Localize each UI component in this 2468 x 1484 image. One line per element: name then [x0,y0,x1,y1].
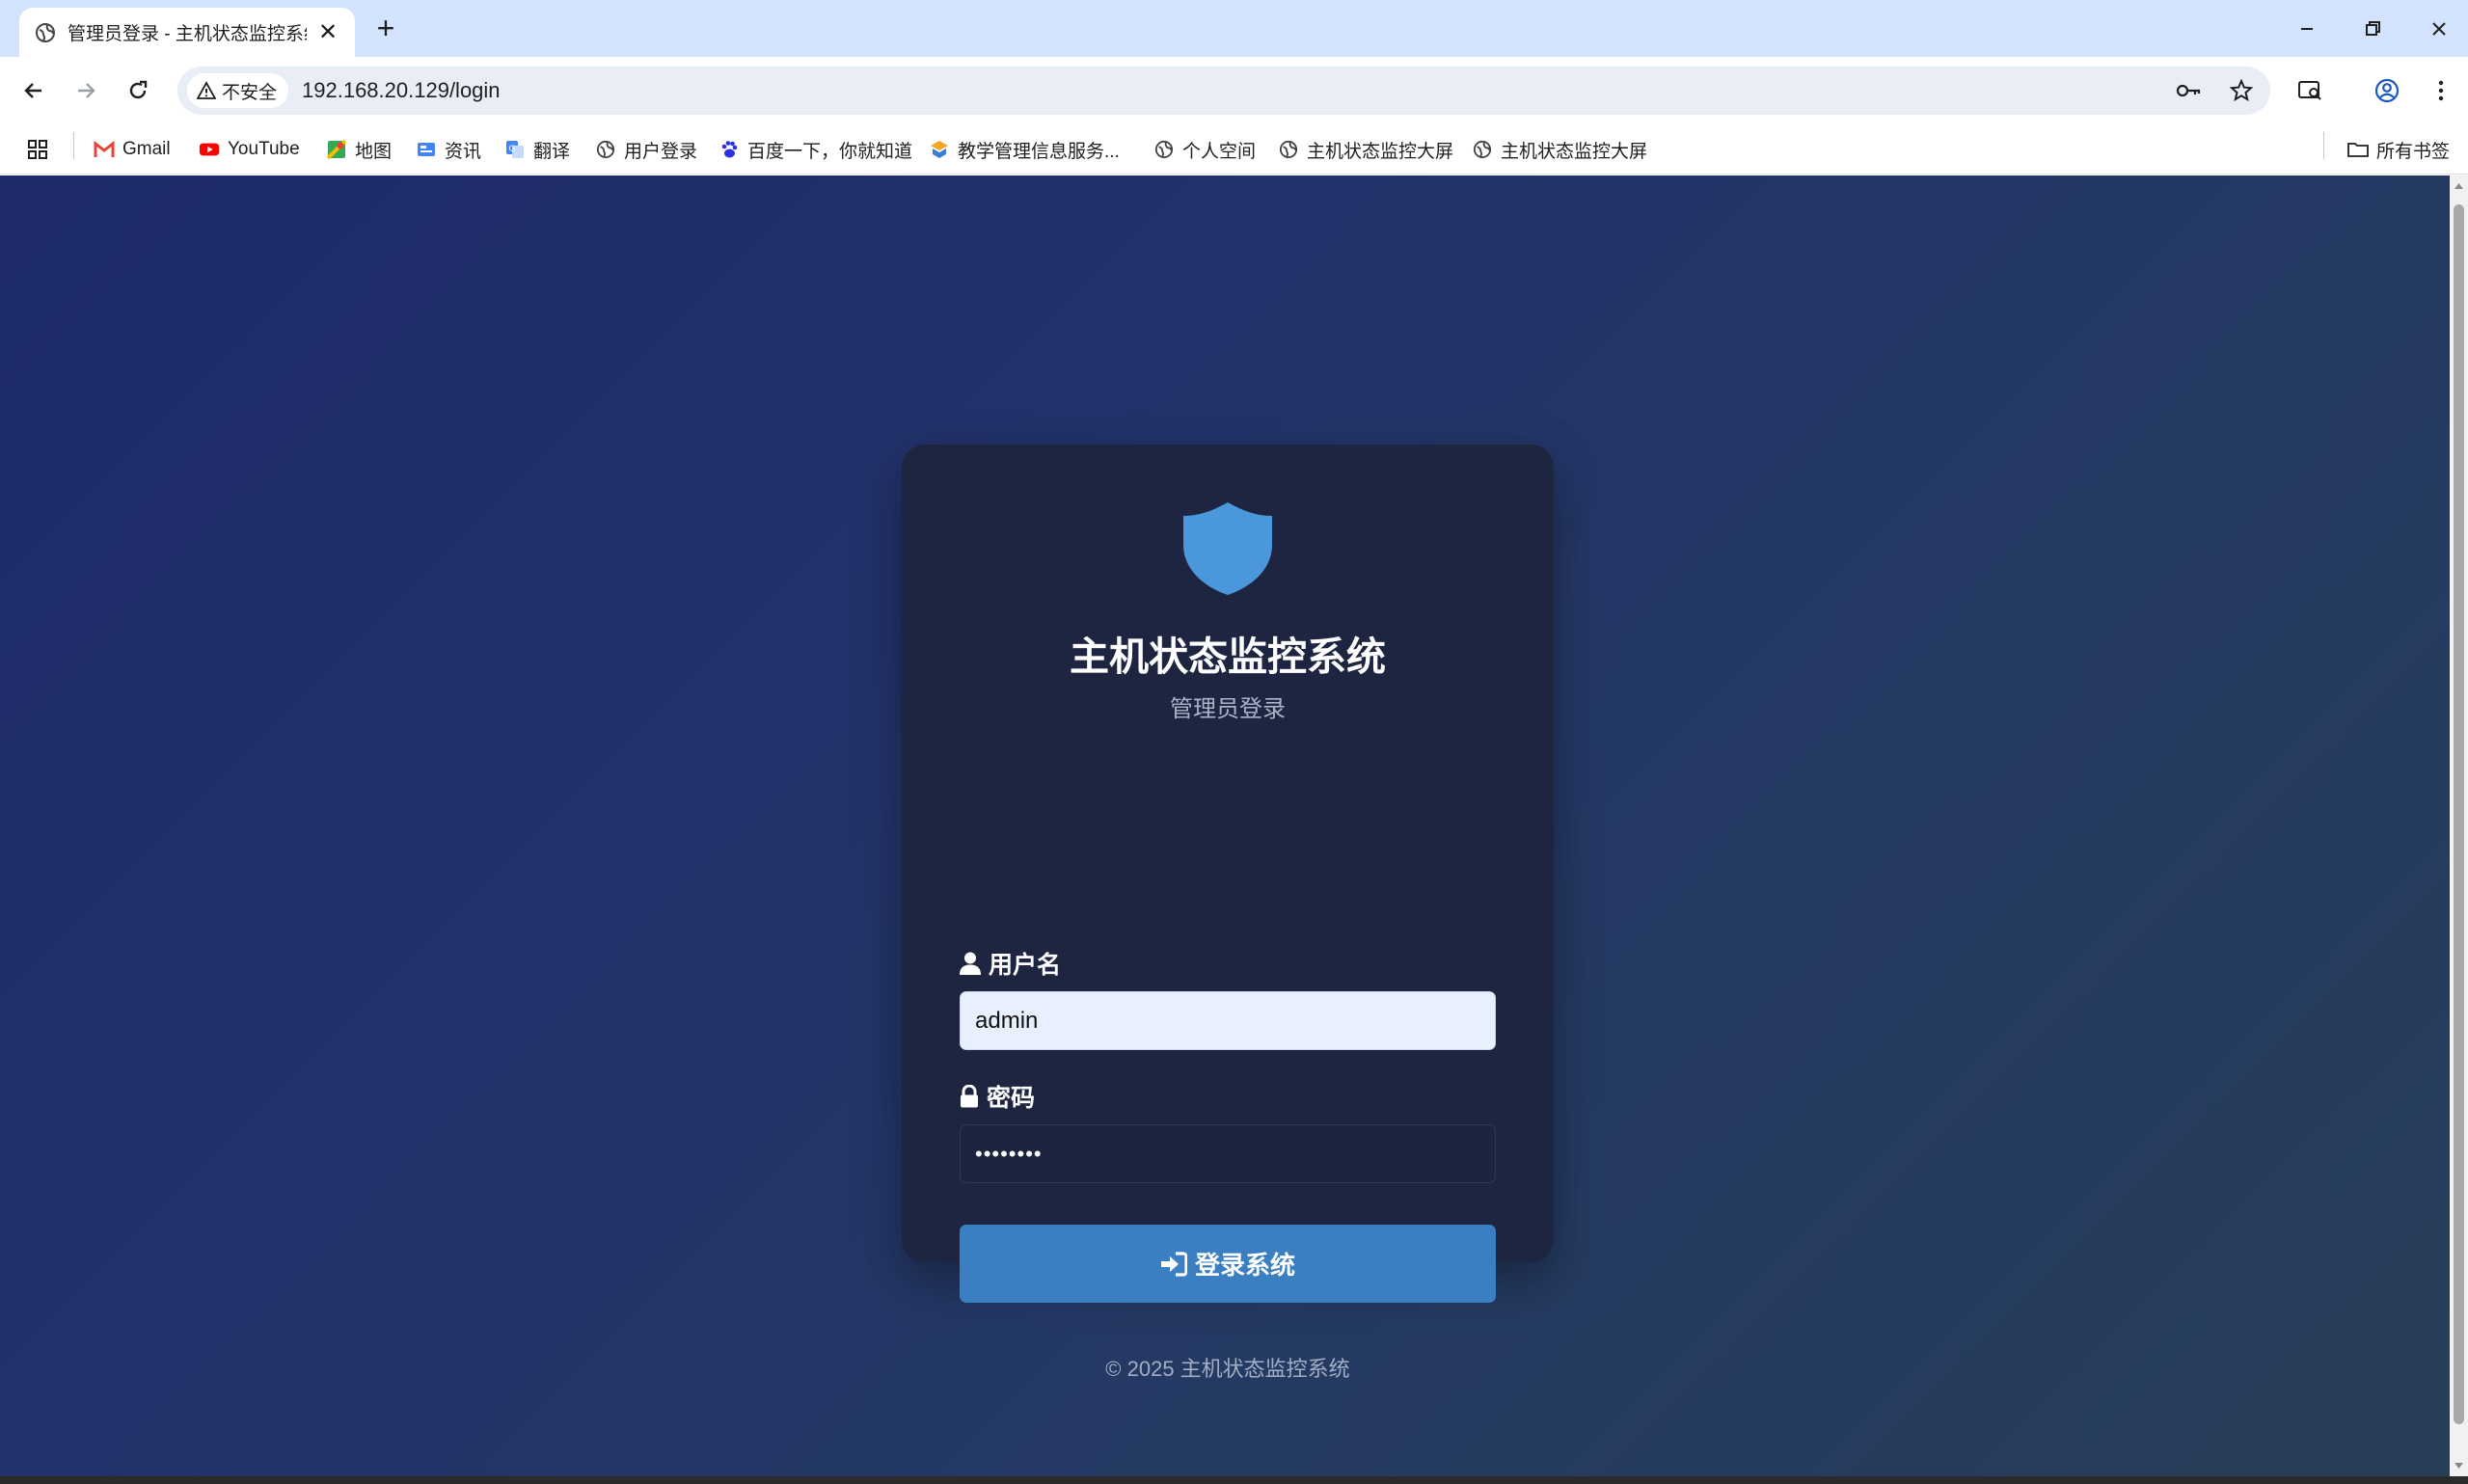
bookmark-label: Gmail [122,139,171,159]
bookmark-monitor-screen-1[interactable]: 主机状态监控大屏 [1278,132,1453,167]
news-icon [416,139,437,160]
tab-strip: 管理员登录 - 主机状态监控系统 ✕ + [0,0,2468,57]
bookmark-star-icon[interactable] [2230,79,2253,102]
back-arrow-icon[interactable] [15,72,52,109]
security-chip[interactable]: 不安全 [187,73,289,108]
tab-search-icon[interactable] [2292,72,2328,109]
school-icon [929,139,950,160]
bookmark-monitor-screen-2[interactable]: 主机状态监控大屏 [1472,132,1647,167]
bookmark-label: 教学管理信息服务... [958,141,1120,162]
bookmark-youtube[interactable]: YouTube [199,132,300,167]
all-bookmarks-label: 所有书签 [2376,141,2451,162]
address-toolbar: 不安全 192.168.20.129/login [0,57,2468,124]
scroll-down-icon[interactable] [2454,1461,2464,1471]
password-label-text: 密码 [987,1085,1036,1112]
user-icon [960,952,981,975]
bookmark-news[interactable]: 资讯 [416,132,481,167]
taskbar-strip [0,1476,2468,1484]
username-label: 用户名 [960,948,1061,979]
active-tab[interactable]: 管理员登录 - 主机状态监控系统 ✕ [19,8,355,57]
bookmarks-divider [2323,132,2324,159]
bookmarks-divider [73,132,74,159]
profile-icon[interactable] [2369,72,2405,109]
page-viewport: 主机状态监控系统 管理员登录 用户名 admin 密码 •••••••• 登录系… [0,175,2468,1476]
bookmark-label: 百度一下，你就知道 [747,141,913,162]
minimize-icon[interactable] [2288,10,2326,48]
folder-icon [2347,139,2369,160]
restore-icon[interactable] [2353,10,2392,48]
tab-close-icon[interactable]: ✕ [316,20,339,44]
youtube-icon [199,139,220,160]
lock-icon [961,1085,978,1108]
globe-icon [1153,139,1175,160]
scroll-up-icon[interactable] [2454,181,2464,191]
globe-icon [36,22,55,42]
login-card: 主机状态监控系统 管理员登录 用户名 admin 密码 •••••••• 登录系… [902,445,1554,1381]
apps-grid-icon[interactable] [27,132,48,167]
globe-icon [1472,139,1493,160]
bookmark-label: YouTube [228,139,300,159]
warning-icon [197,81,216,99]
bookmark-personal-space[interactable]: 个人空间 [1153,132,1256,167]
address-bar[interactable]: 不安全 192.168.20.129/login [177,67,2270,115]
bookmark-label: 个人空间 [1182,141,1257,162]
bookmark-maps[interactable]: 地图 [326,132,392,167]
bookmark-baidu[interactable]: 百度一下，你就知道 [719,132,912,167]
password-value: •••••••• [975,1141,1043,1166]
username-value: admin [975,1007,1039,1034]
login-submit-button[interactable]: 登录系统 [960,1225,1496,1303]
new-tab-button[interactable]: + [370,13,401,44]
scroll-thumb[interactable] [2454,204,2464,1424]
username-label-text: 用户名 [989,952,1062,979]
tab-title: 管理员登录 - 主机状态监控系统 [68,24,307,44]
login-submit-label: 登录系统 [1194,1251,1295,1280]
bookmark-gmail[interactable]: Gmail [94,132,171,167]
translate-icon: G [504,139,526,160]
password-input[interactable]: •••••••• [960,1124,1496,1183]
shield-icon [1183,502,1272,595]
bookmark-teaching[interactable]: 教学管理信息服务... [929,132,1120,167]
close-window-icon[interactable] [2420,10,2458,48]
password-key-icon[interactable] [2176,81,2203,100]
bookmark-label: 主机状态监控大屏 [1307,141,1454,162]
baidu-icon [719,139,740,160]
security-label: 不安全 [222,82,278,103]
url-text[interactable]: 192.168.20.129/login [302,78,501,103]
all-bookmarks[interactable]: 所有书签 [2347,132,2450,167]
svg-text:G: G [509,145,516,154]
bookmark-label: 主机状态监控大屏 [1501,141,1648,162]
login-subtitle: 管理员登录 [1170,696,1286,722]
gmail-icon [94,139,115,160]
bookmark-label: 翻译 [533,141,571,162]
globe-icon [595,139,616,160]
copyright-footer: © 2025 主机状态监控系统 [1105,1357,1350,1381]
bookmark-user-login[interactable]: 用户登录 [595,132,697,167]
bookmarks-bar: Gmail YouTube 地图 资讯 G 翻译 用户登录 百度一下，你就知道 [0,124,2468,175]
page-scrollbar[interactable] [2450,175,2468,1476]
password-label: 密码 [960,1081,1035,1112]
globe-icon [1278,139,1299,160]
login-title: 主机状态监控系统 [1070,634,1386,679]
sign-in-icon [1160,1251,1187,1277]
bookmark-translate[interactable]: G 翻译 [504,132,570,167]
maps-icon [326,139,347,160]
bookmark-label: 地图 [355,141,393,162]
forward-arrow-icon[interactable] [68,72,104,109]
username-input[interactable]: admin [960,991,1496,1050]
bookmark-label: 资讯 [445,141,482,162]
bookmark-label: 用户登录 [624,141,698,162]
reload-icon[interactable] [120,72,156,109]
menu-icon[interactable] [2423,72,2459,109]
